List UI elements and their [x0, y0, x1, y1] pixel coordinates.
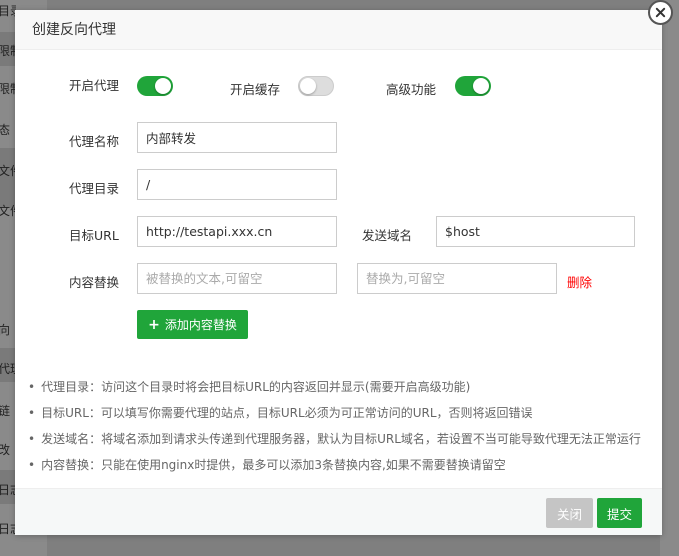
enable-cache-toggle[interactable] — [298, 76, 334, 96]
background-menu-item: 链 — [0, 404, 11, 418]
toggle-knob — [473, 78, 489, 94]
replace-from-input[interactable] — [137, 263, 337, 294]
send-domain-input[interactable] — [436, 216, 635, 247]
toggle-knob — [300, 78, 316, 94]
help-tip: • 发送域名：将域名添加到请求头传递到代理服务器，默认为目标URL域名，若设置不当… — [28, 432, 641, 446]
close-icon — [655, 7, 666, 18]
bullet-icon: • — [28, 380, 36, 394]
target-url-input[interactable] — [137, 216, 337, 247]
help-tip: • 目标URL：可以填写你需要代理的站点，目标URL必须为可正常访问的URL，否则… — [28, 406, 533, 420]
toggle-knob — [155, 78, 171, 94]
target-url-label: 目标URL — [69, 228, 119, 243]
background-menu-item: 日志 — [0, 522, 16, 536]
enable-cache-label: 开启缓存 — [230, 82, 281, 97]
content-replace-label: 内容替换 — [69, 275, 120, 290]
background-menu-item: 态 — [0, 123, 11, 137]
proxy-name-input[interactable] — [137, 122, 337, 153]
submit-button[interactable]: 提交 — [597, 498, 642, 528]
proxy-name-label: 代理名称 — [69, 134, 120, 149]
close-button[interactable]: 关闭 — [546, 498, 593, 528]
enable-proxy-toggle[interactable] — [137, 76, 173, 96]
background-menu-item: 文件 — [0, 204, 16, 218]
send-domain-label: 发送域名 — [362, 228, 413, 243]
enable-proxy-label: 开启代理 — [69, 78, 120, 93]
bullet-icon: • — [28, 458, 36, 472]
advanced-features-label: 高级功能 — [386, 82, 437, 97]
create-reverse-proxy-dialog: 创建反向代理 开启代理 开启缓存 高级功能 代理名称 代理目录 目标URL 发送… — [15, 10, 662, 535]
bullet-icon: • — [28, 406, 36, 420]
close-dialog-icon[interactable] — [648, 0, 673, 25]
dialog-title: 创建反向代理 — [15, 10, 662, 50]
bullet-icon: • — [28, 432, 36, 446]
background-menu-item: 限制 — [0, 44, 16, 58]
add-content-replace-label: 添加内容替换 — [164, 318, 237, 332]
delete-replace-link[interactable]: 删除 — [567, 272, 592, 291]
advanced-features-toggle[interactable] — [455, 76, 491, 96]
add-content-replace-button[interactable]: + 添加内容替换 — [137, 310, 248, 339]
help-tip: • 代理目录：访问这个目录时将会把目标URL的内容返回并显示(需要开启高级功能) — [28, 380, 471, 394]
help-tips-list: • 代理目录：访问这个目录时将会把目标URL的内容返回并显示(需要开启高级功能) … — [28, 378, 658, 482]
background-right-edge — [660, 0, 679, 556]
background-menu-item: 目录 — [0, 4, 16, 18]
background-menu-item: 代理 — [0, 362, 16, 376]
background-menu-item: 限制 — [0, 82, 16, 96]
background-menu-item: 文件 — [0, 164, 16, 178]
proxy-directory-label: 代理目录 — [69, 181, 120, 196]
dialog-footer: 关闭 提交 — [15, 488, 662, 535]
replace-to-input[interactable] — [357, 263, 557, 294]
plus-icon: + — [148, 316, 160, 333]
background-menu-item: 改 — [0, 443, 11, 457]
proxy-directory-input[interactable] — [137, 169, 337, 200]
help-tip: • 内容替换：只能在使用nginx时提供，最多可以添加3条替换内容,如果不需要替换… — [28, 458, 506, 472]
background-menu-item: 向 — [0, 323, 11, 337]
background-menu-item: 日志 — [0, 483, 16, 497]
